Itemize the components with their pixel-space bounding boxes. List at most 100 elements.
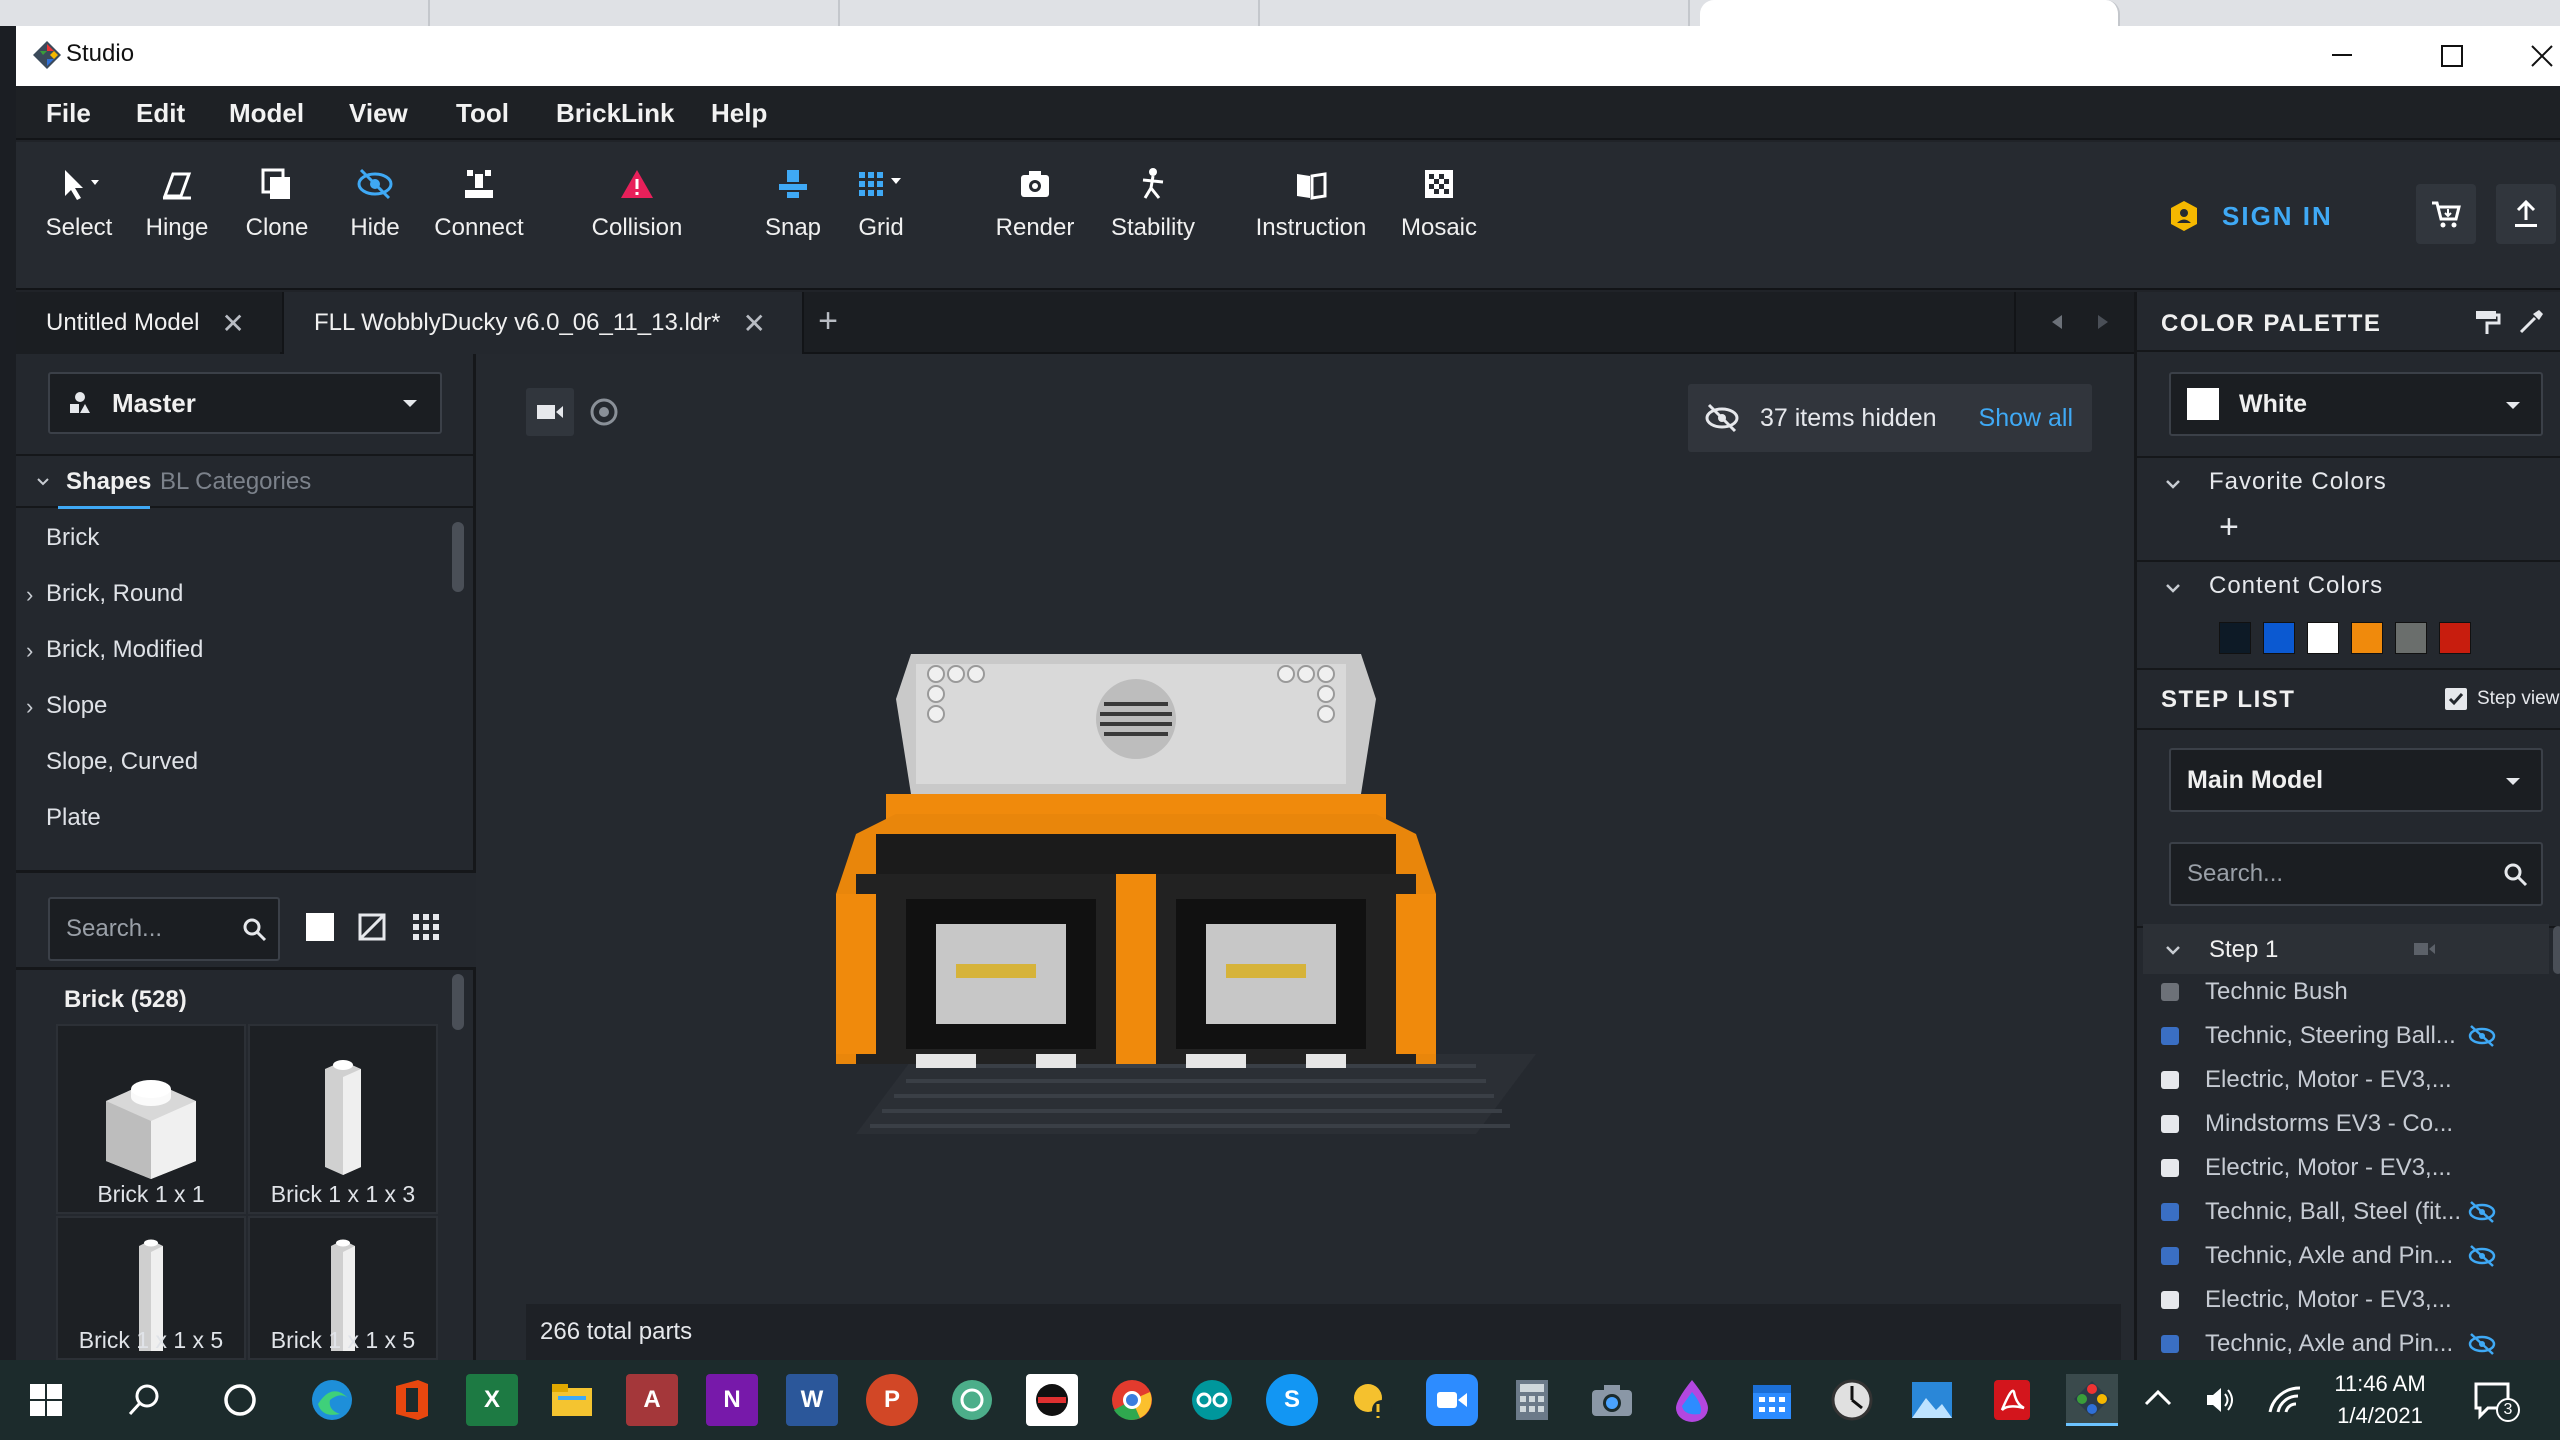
- category-item[interactable]: › Brick, Modified: [16, 624, 456, 680]
- tab-shapes[interactable]: Shapes: [66, 468, 151, 496]
- scroll-left-icon[interactable]: [2050, 314, 2066, 330]
- clock-app-icon[interactable]: [1826, 1374, 1878, 1426]
- sign-in-button[interactable]: SIGN IN: [2166, 186, 2333, 246]
- menu-bricklink[interactable]: BrickLink: [556, 98, 675, 129]
- hidden-eye-icon[interactable]: [2467, 1244, 2497, 1268]
- office-icon[interactable]: [386, 1374, 438, 1426]
- snip-tool-icon[interactable]: [1026, 1374, 1078, 1426]
- color-select-dropdown[interactable]: White: [2169, 372, 2543, 436]
- zoom-icon[interactable]: [1426, 1374, 1478, 1426]
- expand-chevron-icon[interactable]: ›: [26, 582, 33, 608]
- hidden-eye-icon[interactable]: [2467, 1332, 2497, 1356]
- calculator-icon[interactable]: [1506, 1374, 1558, 1426]
- clone-tool-button[interactable]: Clone: [222, 164, 332, 242]
- close-tab-icon[interactable]: ✕: [221, 307, 244, 340]
- cortana-icon[interactable]: [214, 1374, 266, 1426]
- hinge-tool-button[interactable]: Hinge: [122, 164, 232, 242]
- step-part-item[interactable]: Mindstorms EV3 - Co...: [2161, 1102, 2453, 1146]
- part-tile[interactable]: Brick 1 x 1 x 3: [248, 1024, 438, 1214]
- paint-roller-icon[interactable]: [2473, 308, 2501, 336]
- menu-tool[interactable]: Tool: [456, 98, 509, 129]
- step-part-item[interactable]: Electric, Motor - EV3,...: [2161, 1058, 2452, 1102]
- grid-view-icon[interactable]: [412, 913, 440, 941]
- access-icon[interactable]: A: [626, 1374, 678, 1426]
- hidden-eye-icon[interactable]: [2467, 1200, 2497, 1224]
- studio-taskbar-icon[interactable]: [2066, 1374, 2118, 1426]
- notifications-button[interactable]: 3: [2474, 1380, 2520, 1422]
- select-tool-button[interactable]: Select: [24, 164, 134, 242]
- parts-scrollbar[interactable]: [452, 974, 464, 1030]
- content-color-swatch[interactable]: [2439, 622, 2471, 654]
- upload-button[interactable]: [2496, 184, 2556, 244]
- camera-app-icon[interactable]: [1586, 1374, 1638, 1426]
- chatgpt-like-icon[interactable]: [946, 1374, 998, 1426]
- onenote-icon[interactable]: N: [706, 1374, 758, 1426]
- step-part-item[interactable]: Technic Bush: [2161, 970, 2348, 1014]
- menu-model[interactable]: Model: [229, 98, 304, 129]
- mosaic-tool-button[interactable]: Mosaic: [1384, 164, 1494, 242]
- weather-icon[interactable]: [1346, 1374, 1398, 1426]
- search-icon[interactable]: [118, 1374, 170, 1426]
- step-part-item[interactable]: Technic, Steering Ball...: [2161, 1014, 2456, 1058]
- expand-chevron-icon[interactable]: ›: [26, 638, 33, 664]
- hidden-eye-icon[interactable]: [2467, 1024, 2497, 1048]
- word-icon[interactable]: W: [786, 1374, 838, 1426]
- content-color-swatch[interactable]: [2307, 622, 2339, 654]
- collapse-chevron-icon[interactable]: [2165, 478, 2181, 490]
- minimize-button[interactable]: [2320, 34, 2364, 78]
- menu-file[interactable]: File: [46, 98, 91, 129]
- wifi-icon[interactable]: [2268, 1384, 2302, 1416]
- step-search-input[interactable]: Search...: [2169, 842, 2543, 906]
- acrobat-icon[interactable]: [1986, 1374, 2038, 1426]
- category-item[interactable]: Slope, Curved: [16, 736, 456, 792]
- step-list-scrollbar[interactable]: [2553, 926, 2560, 974]
- paint-drop-icon[interactable]: [1666, 1374, 1718, 1426]
- cart-button[interactable]: [2416, 184, 2476, 244]
- menu-edit[interactable]: Edit: [136, 98, 185, 129]
- maximize-button[interactable]: [2430, 34, 2474, 78]
- category-item[interactable]: Brick: [16, 512, 456, 568]
- color-filter-icon[interactable]: [306, 913, 334, 941]
- camera-view-button[interactable]: [526, 388, 574, 436]
- part-tile[interactable]: Brick 1 x 1 x 5: [248, 1216, 438, 1360]
- windows-start-icon[interactable]: [20, 1374, 72, 1426]
- step-camera-icon[interactable]: [2413, 940, 2437, 958]
- 3d-viewport[interactable]: 37 items hidden Show all 266 total parts: [476, 354, 2134, 1360]
- tab-untitled-model[interactable]: Untitled Model ✕: [16, 292, 280, 354]
- volume-icon[interactable]: [2204, 1384, 2236, 1416]
- scroll-right-icon[interactable]: [2094, 314, 2110, 330]
- show-all-link[interactable]: Show all: [1979, 404, 2074, 433]
- model-select-dropdown[interactable]: Main Model: [2169, 748, 2543, 812]
- chrome-icon[interactable]: [1106, 1374, 1158, 1426]
- no-color-filter-icon[interactable]: [358, 913, 386, 941]
- skype-icon[interactable]: S: [1266, 1374, 1318, 1426]
- arduino-icon[interactable]: [1186, 1374, 1238, 1426]
- taskbar-clock[interactable]: 11:46 AM 1/4/2021: [2320, 1368, 2440, 1432]
- add-favorite-color-icon[interactable]: +: [2219, 508, 2239, 547]
- tab-bl-categories[interactable]: BL Categories: [160, 468, 311, 496]
- part-tile[interactable]: Brick 1 x 1: [56, 1024, 246, 1214]
- tab-wobblyducky[interactable]: FLL WobblyDucky v6.0_06_11_13.ldr* ✕: [282, 292, 804, 354]
- hide-tool-button[interactable]: Hide: [320, 164, 430, 242]
- add-tab-icon[interactable]: +: [808, 302, 848, 342]
- category-scrollbar[interactable]: [452, 522, 464, 592]
- step-header-row[interactable]: Step 1: [2143, 924, 2549, 974]
- render-tool-button[interactable]: Render: [980, 164, 1090, 242]
- orbit-icon[interactable]: [588, 396, 620, 428]
- menu-view[interactable]: View: [349, 98, 408, 129]
- menu-help[interactable]: Help: [711, 98, 767, 129]
- file-explorer-icon[interactable]: [546, 1374, 598, 1426]
- content-color-swatch[interactable]: [2351, 622, 2383, 654]
- part-search-input[interactable]: Search...: [48, 897, 280, 961]
- system-tray-chevron-icon[interactable]: [2144, 1388, 2172, 1408]
- stability-tool-button[interactable]: Stability: [1098, 164, 1208, 242]
- collapse-chevron-icon[interactable]: [2165, 582, 2181, 594]
- collapse-chevron-icon[interactable]: [36, 476, 50, 488]
- category-item[interactable]: › Slope: [16, 680, 456, 736]
- step-part-item[interactable]: Electric, Motor - EV3,...: [2161, 1146, 2452, 1190]
- excel-icon[interactable]: X: [466, 1374, 518, 1426]
- step-view-toggle[interactable]: Step view: [2445, 688, 2559, 710]
- collapse-chevron-icon[interactable]: [2165, 944, 2181, 956]
- collision-tool-button[interactable]: Collision: [582, 164, 692, 242]
- content-color-swatch[interactable]: [2219, 622, 2251, 654]
